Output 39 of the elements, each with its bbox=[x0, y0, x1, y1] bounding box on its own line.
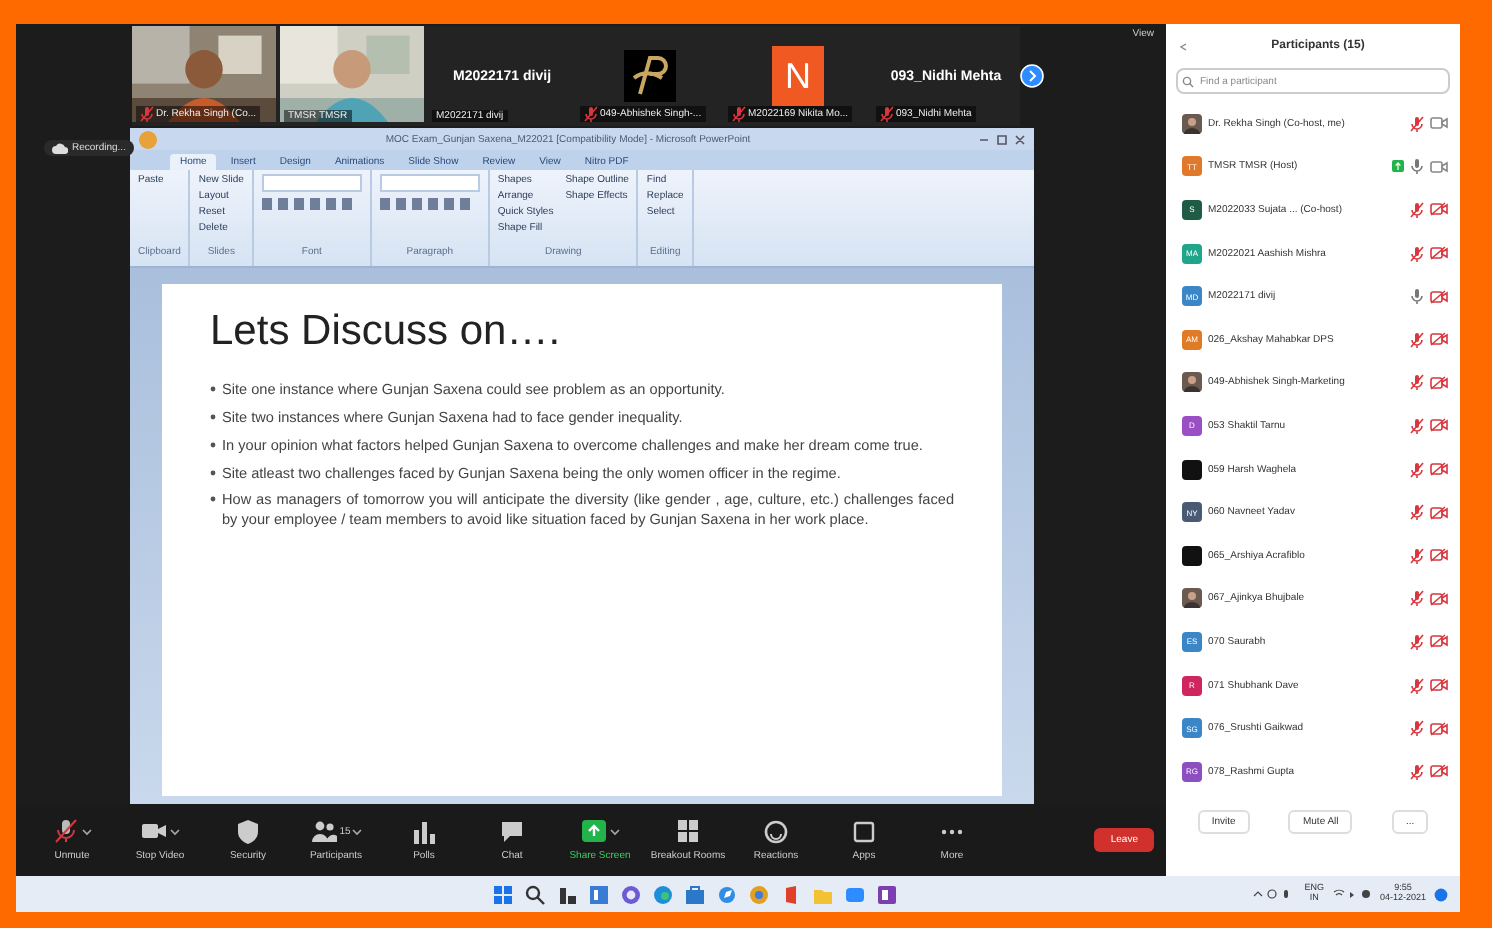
share-screen-icon bbox=[580, 818, 608, 846]
notebook-icon[interactable] bbox=[876, 883, 898, 905]
poll-icon bbox=[410, 818, 438, 846]
avatar: N bbox=[772, 46, 824, 106]
cloud-icon bbox=[52, 142, 68, 154]
bullet-icon bbox=[210, 469, 216, 476]
search-icon bbox=[1182, 75, 1194, 87]
avatar-icon bbox=[1182, 588, 1202, 609]
shield-icon bbox=[234, 818, 262, 846]
font-field[interactable] bbox=[261, 174, 362, 192]
collapse-icon[interactable] bbox=[1178, 41, 1188, 51]
window-controls-icon[interactable] bbox=[978, 133, 1026, 145]
slide-title: Lets Discuss on…. bbox=[210, 308, 563, 356]
store-icon[interactable] bbox=[684, 883, 706, 905]
smiley-icon bbox=[762, 818, 790, 846]
browser-icon[interactable] bbox=[652, 883, 674, 905]
bullet-icon bbox=[210, 496, 216, 503]
status-icons[interactable] bbox=[1331, 888, 1372, 900]
people-icon bbox=[309, 818, 338, 846]
search-icon[interactable] bbox=[524, 883, 546, 905]
chat-icon[interactable] bbox=[620, 883, 642, 905]
chat-icon bbox=[498, 818, 526, 846]
notification-icon[interactable] bbox=[1434, 887, 1448, 901]
bullet-icon bbox=[210, 413, 216, 420]
widgets-icon[interactable] bbox=[556, 883, 578, 905]
bullet-icon bbox=[210, 386, 216, 392]
task-view-icon[interactable] bbox=[588, 883, 610, 905]
mic-muted-icon bbox=[52, 818, 80, 846]
grid-icon bbox=[674, 818, 702, 846]
start-icon[interactable] bbox=[492, 883, 514, 905]
bullet-icon bbox=[210, 441, 216, 448]
next-page-icon[interactable] bbox=[1020, 64, 1044, 88]
font-field[interactable] bbox=[379, 174, 480, 192]
logo-icon bbox=[624, 50, 676, 102]
compass-icon[interactable] bbox=[716, 883, 738, 905]
apps-icon bbox=[850, 818, 878, 846]
avatar-icon bbox=[1182, 113, 1202, 134]
avatar-icon bbox=[1182, 372, 1202, 393]
video-app-icon[interactable] bbox=[844, 883, 866, 905]
